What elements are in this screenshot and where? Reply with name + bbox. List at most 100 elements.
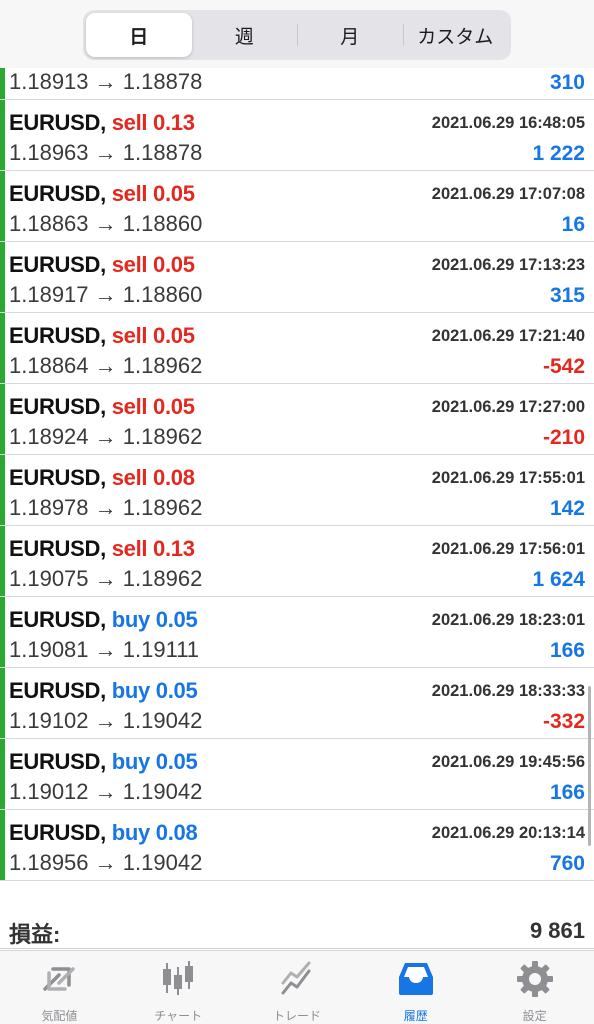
deal-symbol: EURUSD, bbox=[9, 394, 106, 419]
deal-type: buy bbox=[111, 820, 151, 845]
deal-row-accent-bar bbox=[0, 668, 5, 738]
deal-row-accent-bar bbox=[0, 171, 5, 241]
deal-symbol: EURUSD, bbox=[9, 607, 106, 632]
deal-open-price: 1.18913 bbox=[9, 69, 89, 94]
deal-row[interactable]: EURUSD, sell 0.05 2021.06.29 17:07:08 1.18… bbox=[0, 171, 594, 242]
deal-row[interactable]: EURUSD, buy 0.05 2021.06.29 19:45:56 1.190… bbox=[0, 739, 594, 810]
deal-row[interactable]: EURUSD, sell 0.05 2021.06.29 17:13:23 1.18… bbox=[0, 242, 594, 313]
deal-time: 2021.06.29 17:13:23 bbox=[431, 256, 585, 274]
deal-prices: 1.18864 → 1.18962 bbox=[9, 353, 202, 379]
tab-settings[interactable]: 設定 bbox=[475, 951, 594, 1024]
deal-row[interactable]: EURUSD, buy 0.08 2021.06.29 20:13:14 1.189… bbox=[0, 810, 594, 881]
deal-row[interactable]: EURUSD, sell 0.08 2021.06.29 17:55:01 1.18… bbox=[0, 455, 594, 526]
tab-trade-label: トレード bbox=[272, 1009, 321, 1023]
deal-profit: 315 bbox=[549, 284, 585, 307]
candlestick-chart-icon bbox=[156, 957, 200, 1001]
deal-symbol-line: EURUSD, sell 0.08 bbox=[9, 465, 195, 491]
deal-volume: 0.08 bbox=[153, 465, 195, 490]
deal-profit: 760 bbox=[549, 852, 585, 875]
deal-symbol-line: EURUSD, sell 0.05 bbox=[9, 394, 195, 420]
deal-open-price: 1.18978 bbox=[9, 495, 89, 520]
trade-icon bbox=[275, 957, 319, 1001]
price-arrow-icon: → bbox=[94, 779, 117, 804]
segment-custom[interactable]: カスタム bbox=[402, 13, 509, 57]
deal-row-accent-bar bbox=[0, 313, 5, 383]
deal-symbol: EURUSD, bbox=[9, 252, 106, 277]
deal-close-price: 1.18860 bbox=[122, 282, 203, 307]
deal-close-price: 1.18878 bbox=[122, 140, 203, 165]
tab-trade[interactable]: トレード bbox=[238, 951, 357, 1024]
deal-history-list[interactable]: EURUSD, sell 0.082021.06.29 16:27:341.18… bbox=[0, 49, 594, 905]
deal-row[interactable]: EURUSD, buy 0.05 2021.06.29 18:23:01 1.190… bbox=[0, 597, 594, 668]
deal-close-price: 1.19111 bbox=[122, 637, 200, 662]
price-arrow-icon: → bbox=[94, 69, 117, 94]
deal-row[interactable]: EURUSD, sell 0.13 2021.06.29 16:48:05 1.18… bbox=[0, 100, 594, 171]
deal-row[interactable]: EURUSD, sell 0.05 2021.06.29 17:21:40 1.18… bbox=[0, 313, 594, 384]
deal-profit: 310 bbox=[549, 71, 585, 94]
deal-row-accent-bar bbox=[0, 810, 5, 880]
deal-prices: 1.19081 → 1.19111 bbox=[9, 637, 199, 663]
deal-symbol: EURUSD, bbox=[9, 678, 106, 703]
deal-volume: 0.05 bbox=[155, 607, 198, 632]
deal-time: 2021.06.29 17:07:08 bbox=[431, 185, 585, 203]
deal-row-accent-bar bbox=[0, 739, 5, 809]
deal-row-accent-bar bbox=[0, 242, 5, 312]
segment-day[interactable]: 日 bbox=[86, 13, 192, 57]
deal-prices: 1.18963 → 1.18878 bbox=[9, 140, 202, 166]
deal-open-price: 1.18863 bbox=[9, 211, 89, 236]
deal-prices: 1.18978 → 1.18962 bbox=[9, 495, 202, 521]
summary-label: 損益: bbox=[9, 922, 61, 947]
price-arrow-icon: → bbox=[94, 282, 117, 307]
deal-row-accent-bar bbox=[0, 526, 5, 596]
tab-chart[interactable]: チャート bbox=[119, 951, 238, 1024]
deal-prices: 1.18913 → 1.18878 bbox=[9, 69, 202, 95]
deal-time: 2021.06.29 17:55:01 bbox=[431, 469, 585, 487]
deal-symbol: EURUSD, bbox=[9, 820, 106, 845]
deal-close-price: 1.18962 bbox=[122, 566, 203, 591]
deal-prices: 1.18924 → 1.18962 bbox=[9, 424, 202, 450]
deal-row-accent-bar bbox=[0, 100, 5, 170]
profit-summary: 損益: 9 861 bbox=[0, 905, 594, 949]
scroll-indicator[interactable] bbox=[588, 686, 591, 846]
segment-week[interactable]: 週 bbox=[192, 13, 298, 57]
deal-symbol: EURUSD, bbox=[9, 181, 106, 206]
deal-close-price: 1.19042 bbox=[122, 779, 203, 804]
tab-history[interactable]: 履歴 bbox=[356, 951, 475, 1024]
deal-row-accent-bar bbox=[0, 597, 5, 667]
deal-symbol-line: EURUSD, sell 0.13 bbox=[9, 536, 195, 562]
bottom-tab-bar: 気配値 チャート トレード 履歴 設定 bbox=[0, 950, 594, 1024]
deal-list-inner: EURUSD, sell 0.082021.06.29 16:27:341.18… bbox=[0, 49, 594, 881]
price-arrow-icon: → bbox=[94, 708, 117, 733]
deal-symbol: EURUSD, bbox=[9, 110, 106, 135]
deal-volume: 0.05 bbox=[153, 323, 195, 348]
deal-prices: 1.19012 → 1.19042 bbox=[9, 779, 202, 805]
deal-row[interactable]: EURUSD, buy 0.05 2021.06.29 18:33:33 1.191… bbox=[0, 668, 594, 739]
tab-quotes[interactable]: 気配値 bbox=[0, 951, 119, 1024]
deal-profit: -332 bbox=[542, 710, 585, 733]
deal-row[interactable]: EURUSD, sell 0.05 2021.06.29 17:27:00 1.18… bbox=[0, 384, 594, 455]
tab-chart-label: チャート bbox=[154, 1009, 203, 1023]
deal-close-price: 1.18962 bbox=[122, 353, 203, 378]
price-arrow-icon: → bbox=[94, 140, 117, 165]
deal-type: sell bbox=[111, 536, 148, 561]
deal-volume: 0.08 bbox=[155, 820, 198, 845]
deal-profit: 142 bbox=[549, 497, 585, 520]
deal-open-price: 1.18864 bbox=[9, 353, 89, 378]
deal-profit: 166 bbox=[549, 639, 585, 662]
quotes-icon bbox=[37, 957, 81, 1001]
deal-open-price: 1.18963 bbox=[9, 140, 89, 165]
deal-symbol-line: EURUSD, buy 0.05 bbox=[9, 678, 198, 704]
deal-open-price: 1.18956 bbox=[9, 850, 89, 875]
deal-type: sell bbox=[111, 394, 148, 419]
price-arrow-icon: → bbox=[94, 637, 117, 662]
price-arrow-icon: → bbox=[94, 353, 117, 378]
deal-row[interactable]: EURUSD, sell 0.13 2021.06.29 17:56:01 1.19… bbox=[0, 526, 594, 597]
deal-open-price: 1.18924 bbox=[9, 424, 89, 449]
deal-volume: 0.05 bbox=[153, 394, 195, 419]
segment-month[interactable]: 月 bbox=[297, 13, 403, 57]
deal-profit: 166 bbox=[549, 781, 585, 804]
deal-close-price: 1.18962 bbox=[122, 495, 203, 520]
deal-type: buy bbox=[111, 607, 151, 632]
summary-value: 9 861 bbox=[529, 918, 585, 943]
deal-row-accent-bar bbox=[0, 384, 5, 454]
